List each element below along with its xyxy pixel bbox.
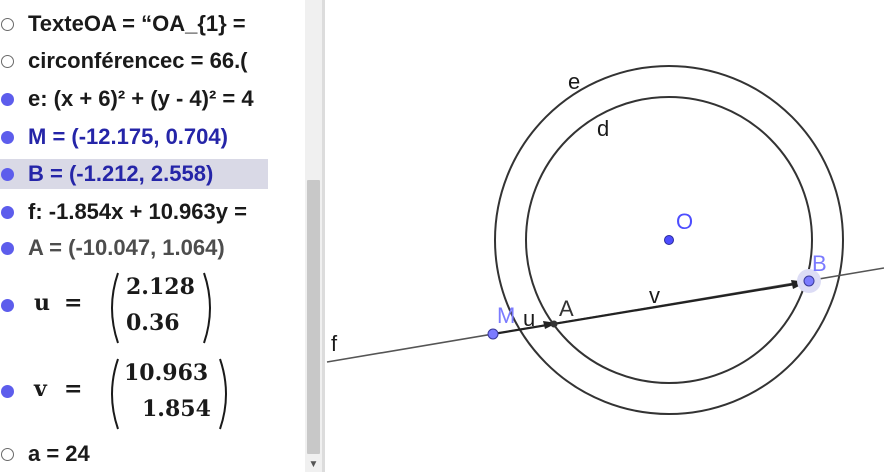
algebra-row-texteoa[interactable]: TexteOA = “OA_{1} = [0,9,305,39]
algebra-row-point-m[interactable]: M = (-12.175, 0.704) [0,122,305,152]
algebra-row-text: TexteOA = “OA_{1} = [28,11,246,36]
graphics-view[interactable]: e d O B M u A v f [325,0,884,472]
point-a[interactable] [550,320,558,328]
label-u: u [523,306,535,331]
scroll-down-arrow-icon[interactable]: ▼ [305,458,322,472]
vector-equals: = [64,290,83,316]
label-o: O [676,209,693,234]
algebra-row-number-a[interactable]: a = 24 [0,439,305,469]
label-e: e [568,69,580,94]
point-m[interactable] [487,328,499,340]
algebra-view: TexteOA = “OA_{1} = circonférencec = 66.… [0,0,305,472]
visibility-toggle-icon[interactable] [1,92,14,106]
algebra-row-vector-v[interactable]: v = 10.963 1.854 [0,352,305,434]
algebra-row-text: a = 24 [28,441,90,466]
visibility-toggle-icon[interactable] [1,241,14,255]
vector-v[interactable] [492,281,802,336]
label-d: d [597,116,609,141]
vector-x-component: 2.128 [126,274,195,300]
vector-name: u [34,290,50,316]
algebra-scrollbar[interactable]: ▼ [305,0,322,472]
algebra-row-text: e: (x + 6)² + (y - 4)² = 4 [28,86,254,111]
algebra-row-vector-u[interactable]: u = 2.128 0.36 [0,266,305,346]
point-b[interactable] [803,275,815,287]
visibility-toggle-icon[interactable] [1,167,14,181]
algebra-row-line-f[interactable]: f: -1.854x + 10.963y = [0,197,305,227]
vector-name: v [34,376,47,402]
label-b: B [812,251,827,276]
label-a: A [559,296,574,321]
vector-y-component: 1.854 [142,396,211,422]
visibility-toggle-icon[interactable] [1,54,14,68]
visibility-toggle-icon[interactable] [1,299,14,312]
algebra-row-text: f: -1.854x + 10.963y = [28,199,247,224]
label-v: v [649,283,660,308]
algebra-row-text: circonférencec = 66.( [28,48,248,73]
visibility-toggle-icon[interactable] [1,17,14,31]
algebra-row-circonference[interactable]: circonférencec = 66.( [0,46,305,76]
visibility-toggle-icon[interactable] [1,205,14,219]
algebra-row-text: B = (-1.212, 2.558) [28,161,214,186]
label-f: f [331,331,338,356]
visibility-toggle-icon[interactable] [1,385,14,398]
label-m: M [497,303,515,328]
algebra-row-circle-e[interactable]: e: (x + 6)² + (y - 4)² = 4 [0,84,305,114]
visibility-toggle-icon[interactable] [1,130,14,144]
vector-equals: = [64,376,83,402]
algebra-row-point-a[interactable]: A = (-10.047, 1.064) [0,233,305,263]
algebra-row-point-b[interactable]: B = (-1.212, 2.558) [0,159,268,189]
graphics-canvas[interactable]: e d O B M u A v f [325,0,884,472]
algebra-row-text: A = (-10.047, 1.064) [28,235,225,260]
visibility-toggle-icon[interactable] [1,447,14,461]
scrollbar-thumb[interactable] [307,180,320,454]
vector-x-component: 10.963 [124,360,209,386]
vector-y-component: 0.36 [126,310,180,336]
point-o[interactable] [664,235,674,245]
algebra-row-text: M = (-12.175, 0.704) [28,124,228,149]
